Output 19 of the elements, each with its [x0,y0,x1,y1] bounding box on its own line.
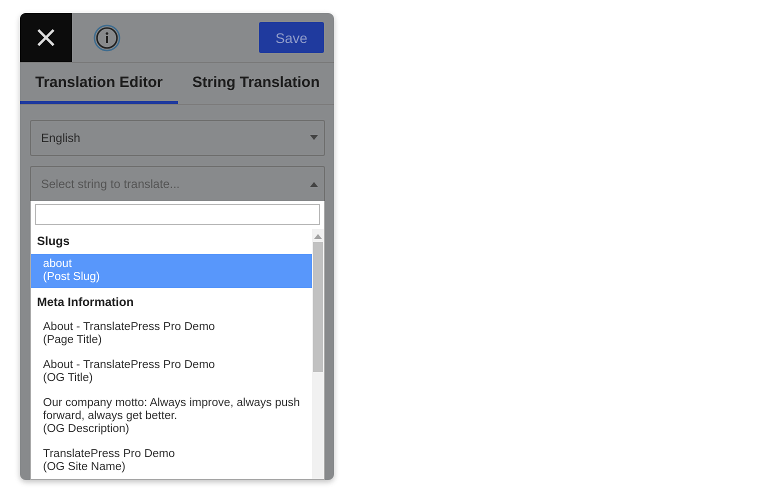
scrollbar[interactable] [312,229,324,479]
scroll-up-icon[interactable] [314,233,322,239]
dropdown-option[interactable]: Our company motto: Always improve, always push forward, always get better. (OG Description) [31,391,312,442]
dropdown-option[interactable]: about (Post Slug) [31,254,312,288]
search-field[interactable] [35,204,320,225]
info-icon[interactable] [93,24,121,52]
caret-icon [310,135,318,141]
group-title: Meta Information [36,294,135,311]
tab[interactable]: Translation Editor [20,63,178,104]
group-title: Slugs [36,233,71,250]
dropdown-option[interactable]: About - TranslatePress Pro Demo (OG Title) [31,353,312,391]
caret-icon [310,181,318,187]
dropdown-option[interactable]: TranslatePress Pro Demo (OG Site Name) [31,442,312,479]
save-button[interactable]: Save [259,22,324,53]
tab[interactable]: String Translation [178,63,334,104]
language-select[interactable]: English [30,120,325,156]
scroll-thumb[interactable] [313,242,323,372]
dropdown-option[interactable]: About - TranslatePress Pro Demo (Page Title) [31,315,312,353]
close-button[interactable]: × [20,13,72,62]
